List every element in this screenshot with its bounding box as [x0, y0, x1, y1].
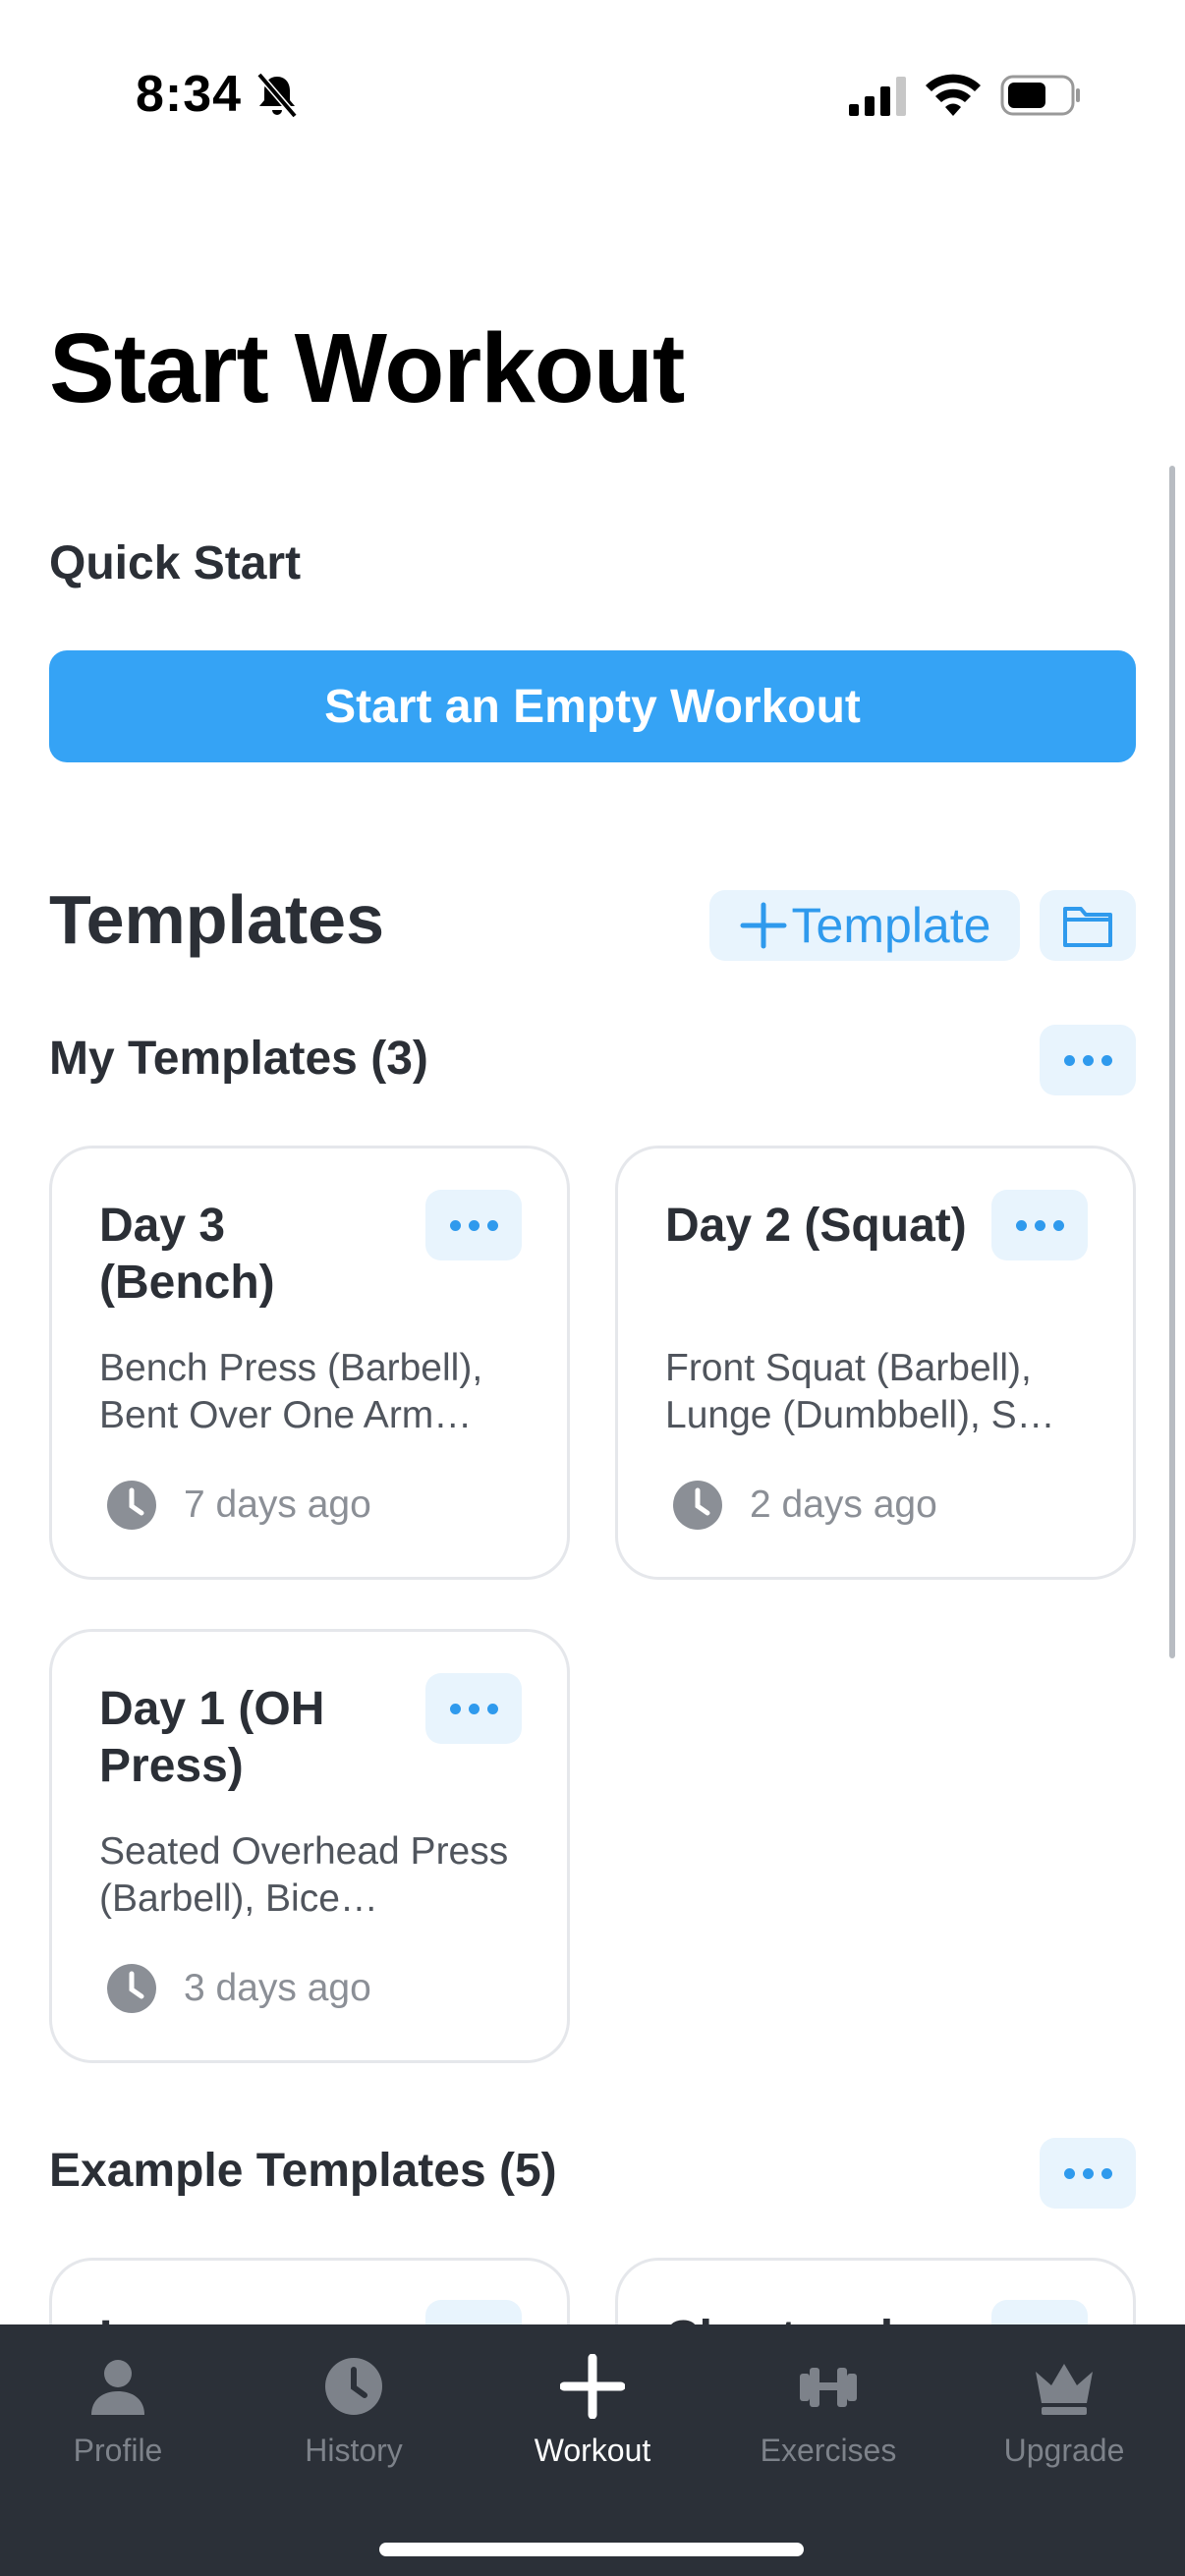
add-template-button[interactable]: Template	[709, 890, 1020, 961]
last-used-text: 2 days ago	[750, 1484, 937, 1526]
template-card[interactable]: Day 2 (Squat) Front Squat (Barbell), Lun…	[615, 1146, 1136, 1580]
my-templates-heading: My Templates (3)	[49, 1033, 428, 1085]
last-used-text: 7 days ago	[184, 1484, 371, 1526]
ellipsis-icon	[1063, 2167, 1075, 2179]
clock-icon	[325, 2358, 382, 2415]
tab-workout[interactable]: Workout	[475, 2354, 710, 2492]
crown-icon	[1036, 2364, 1093, 2415]
clock-icon	[107, 1481, 156, 1530]
plus-icon	[740, 902, 787, 949]
scrollbar[interactable]	[1169, 466, 1175, 1658]
template-last-used: 2 days ago	[671, 1479, 937, 1532]
example-templates-more-button[interactable]	[1040, 2138, 1136, 2209]
clock-icon	[673, 1481, 722, 1530]
add-template-label: Template	[791, 898, 991, 953]
tab-label: Workout	[534, 2433, 651, 2468]
tab-label: Upgrade	[1003, 2433, 1125, 2468]
bell-slash-icon	[256, 72, 298, 119]
ellipsis-icon	[1063, 1054, 1075, 1066]
tab-label: Profile	[73, 2433, 163, 2468]
status-time: 8:34	[136, 66, 243, 123]
ellipsis-icon	[1015, 1219, 1027, 1231]
template-title: Day 3 (Bench)	[99, 1200, 275, 1309]
home-indicator[interactable]	[379, 2543, 804, 2556]
template-exercises: Bench Press (Barbell), Bent Over One Arm…	[99, 1347, 483, 1436]
tab-bar: Profile History Workout Exercises Upgrad…	[0, 2324, 1185, 2576]
template-title: Day 2 (Squat)	[665, 1200, 967, 1252]
last-used-text: 3 days ago	[184, 1967, 371, 2009]
my-templates-more-button[interactable]	[1040, 1025, 1136, 1095]
template-title: Day 1 (OH Press)	[99, 1683, 325, 1792]
ellipsis-icon	[449, 1219, 461, 1231]
tab-upgrade[interactable]: Upgrade	[946, 2354, 1182, 2492]
folder-button[interactable]	[1040, 890, 1136, 961]
plus-icon	[560, 2354, 625, 2419]
template-more-button[interactable]	[425, 1190, 522, 1260]
tab-profile[interactable]: Profile	[0, 2354, 236, 2492]
quick-start-label: Quick Start	[49, 537, 302, 589]
folder-icon	[1063, 907, 1112, 947]
template-more-button[interactable]	[991, 1190, 1088, 1260]
template-exercises: Front Squat (Barbell), Lunge (Dumbbell),…	[665, 1347, 1055, 1436]
example-templates-heading: Example Templates (5)	[49, 2145, 557, 2197]
template-more-button[interactable]	[425, 1673, 522, 1744]
signal-icon	[849, 77, 906, 116]
template-last-used: 3 days ago	[105, 1962, 371, 2015]
start-empty-workout-button[interactable]: Start an Empty Workout	[49, 650, 1136, 762]
tab-label: History	[305, 2433, 403, 2468]
clock-icon	[107, 1964, 156, 2013]
person-icon	[91, 2360, 144, 2415]
template-exercises: Seated Overhead Press (Barbell), Bice…	[99, 1830, 509, 1920]
ellipsis-icon	[449, 1703, 461, 1714]
templates-heading: Templates	[49, 881, 385, 958]
status-bar: 8:34	[0, 0, 1185, 196]
template-last-used: 7 days ago	[105, 1479, 371, 1532]
tab-label: Exercises	[760, 2433, 897, 2468]
template-card[interactable]: Day 1 (OH Press) Seated Overhead Press (…	[49, 1629, 570, 2063]
page-title: Start Workout	[49, 313, 685, 423]
tab-history[interactable]: History	[236, 2354, 472, 2492]
template-card[interactable]: Day 3 (Bench) Bench Press (Barbell), Ben…	[49, 1146, 570, 1580]
battery-icon	[1000, 75, 1080, 116]
wifi-icon	[926, 74, 981, 116]
tab-exercises[interactable]: Exercises	[710, 2354, 946, 2492]
dumbbell-icon	[800, 2368, 857, 2407]
